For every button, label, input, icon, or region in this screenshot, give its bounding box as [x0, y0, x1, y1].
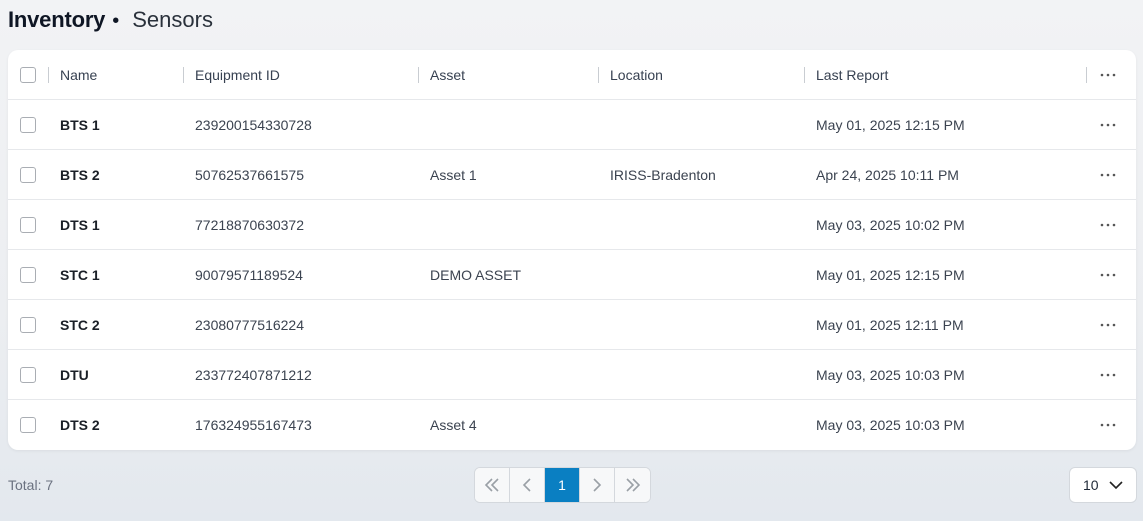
total-count: Total: 7 — [8, 477, 54, 493]
page-size-value: 10 — [1083, 477, 1099, 493]
last-page-button[interactable] — [615, 468, 650, 502]
page-button-current[interactable]: 1 — [545, 468, 580, 502]
more-horizontal-icon[interactable] — [1098, 350, 1118, 400]
table-row[interactable]: BTS 1 239200154330728 May 01, 2025 12:15… — [8, 100, 1136, 150]
next-page-button[interactable] — [580, 468, 615, 502]
last-report: May 03, 2025 10:03 PM — [816, 417, 965, 433]
breadcrumb: Inventory • Sensors — [8, 7, 213, 33]
column-divider[interactable] — [1086, 67, 1087, 83]
more-horizontal-icon[interactable] — [1098, 400, 1118, 450]
row-checkbox[interactable] — [20, 417, 36, 433]
column-header-last-report[interactable]: Last Report — [816, 50, 888, 100]
sensor-name[interactable]: STC 1 — [60, 250, 100, 300]
more-horizontal-icon[interactable] — [1098, 100, 1118, 150]
sensor-name[interactable]: DTU — [60, 350, 89, 400]
equipment-id: 239200154330728 — [195, 117, 312, 133]
table-row[interactable]: DTS 2 176324955167473 Asset 4 May 03, 20… — [8, 400, 1136, 450]
last-report: May 01, 2025 12:15 PM — [816, 267, 965, 283]
last-report: May 01, 2025 12:11 PM — [816, 317, 964, 333]
pagination: 1 — [474, 467, 651, 503]
table-row[interactable]: BTS 2 50762537661575 Asset 1 IRISS-Brade… — [8, 150, 1136, 200]
column-header-equipment-id[interactable]: Equipment ID — [195, 50, 280, 100]
sensors-table: Name Equipment ID Asset Location Last Re… — [8, 50, 1136, 450]
page-subtitle: Sensors — [132, 7, 213, 32]
column-options-icon[interactable] — [1098, 50, 1118, 100]
row-checkbox[interactable] — [20, 217, 36, 233]
sensor-name[interactable]: STC 2 — [60, 300, 100, 350]
table-row[interactable]: DTU 233772407871212 May 03, 2025 10:03 P… — [8, 350, 1136, 400]
first-page-button[interactable] — [475, 468, 510, 502]
equipment-id: 90079571189524 — [195, 267, 303, 283]
last-report: Apr 24, 2025 10:11 PM — [816, 167, 959, 183]
last-report: May 03, 2025 10:02 PM — [816, 217, 965, 233]
equipment-id: 77218870630372 — [195, 217, 305, 233]
last-report: May 03, 2025 10:03 PM — [816, 367, 965, 383]
table-row[interactable]: DTS 1 77218870630372 May 03, 2025 10:02 … — [8, 200, 1136, 250]
chevron-down-icon — [1109, 480, 1123, 489]
previous-page-button[interactable] — [510, 468, 545, 502]
equipment-id: 233772407871212 — [195, 367, 312, 383]
asset: Asset 4 — [430, 417, 477, 433]
column-divider — [48, 67, 49, 83]
more-horizontal-icon[interactable] — [1098, 300, 1118, 350]
more-horizontal-icon[interactable] — [1098, 200, 1118, 250]
chevron-right-icon — [593, 478, 602, 492]
last-report: May 01, 2025 12:15 PM — [816, 117, 965, 133]
table-row[interactable]: STC 2 23080777516224 May 01, 2025 12:11 … — [8, 300, 1136, 350]
column-header-location[interactable]: Location — [610, 50, 663, 100]
sensor-name[interactable]: BTS 1 — [60, 100, 100, 150]
column-header-asset[interactable]: Asset — [430, 50, 465, 100]
equipment-id: 176324955167473 — [195, 417, 312, 433]
row-checkbox[interactable] — [20, 317, 36, 333]
chevron-left-icon — [522, 478, 531, 492]
row-checkbox[interactable] — [20, 267, 36, 283]
column-divider[interactable] — [804, 67, 805, 83]
table-header-row: Name Equipment ID Asset Location Last Re… — [8, 50, 1136, 100]
sensor-name[interactable]: DTS 1 — [60, 200, 100, 250]
column-divider[interactable] — [598, 67, 599, 83]
column-divider[interactable] — [418, 67, 419, 83]
asset: Asset 1 — [430, 167, 477, 183]
equipment-id: 50762537661575 — [195, 167, 305, 183]
more-horizontal-icon[interactable] — [1098, 150, 1118, 200]
sensor-name[interactable]: DTS 2 — [60, 400, 100, 450]
breadcrumb-separator: • — [112, 10, 120, 32]
page-size-select[interactable]: 10 — [1069, 467, 1137, 503]
asset: DEMO ASSET — [430, 267, 522, 283]
page-title: Inventory — [8, 7, 106, 32]
row-checkbox[interactable] — [20, 367, 36, 383]
sensor-name[interactable]: BTS 2 — [60, 150, 100, 200]
row-checkbox[interactable] — [20, 167, 36, 183]
row-checkbox[interactable] — [20, 117, 36, 133]
column-header-name[interactable]: Name — [60, 50, 97, 100]
select-all-checkbox[interactable] — [20, 67, 36, 83]
column-divider[interactable] — [183, 67, 184, 83]
more-horizontal-icon[interactable] — [1098, 250, 1118, 300]
chevrons-right-icon — [625, 478, 640, 492]
chevrons-left-icon — [484, 478, 499, 492]
equipment-id: 23080777516224 — [195, 317, 305, 333]
location: IRISS-Bradenton — [610, 167, 716, 183]
table-row[interactable]: STC 1 90079571189524 DEMO ASSET May 01, … — [8, 250, 1136, 300]
